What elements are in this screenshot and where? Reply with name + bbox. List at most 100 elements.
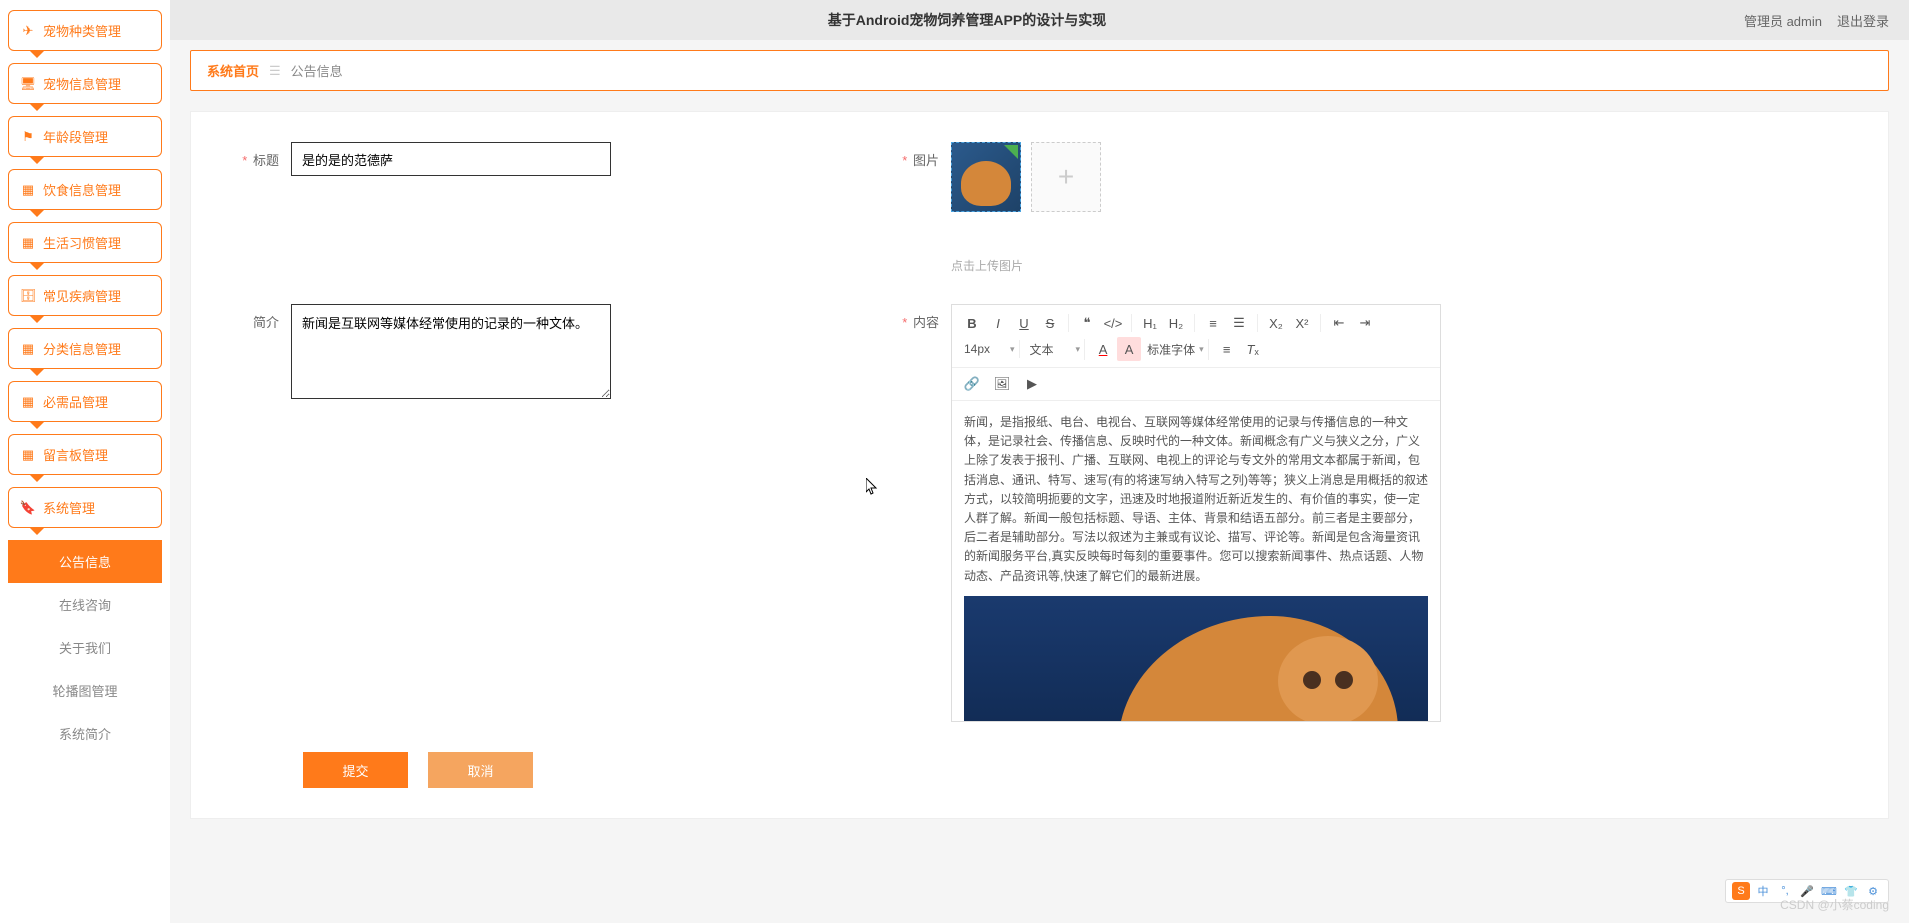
image-button[interactable]: 🖼 [990, 372, 1014, 396]
upload-add-button[interactable]: + [1031, 142, 1101, 212]
required-mark: * [902, 153, 907, 168]
editor-toolbar: B I U S ❝ </> H₁ H₂ ≡ ☰ [952, 305, 1440, 368]
grid-icon: ▦ [21, 183, 35, 197]
separator [1131, 314, 1132, 332]
content-image [964, 596, 1428, 721]
content-text: 新闻，是指报纸、电台、电视台、互联网等媒体经常使用的记录与传播信息的一种文体，是… [964, 413, 1428, 586]
superscript-button[interactable]: X² [1290, 311, 1314, 335]
separator [1194, 314, 1195, 332]
submit-button[interactable]: 提交 [303, 752, 408, 788]
image-preview[interactable] [951, 142, 1021, 212]
title-group: * 标题 [231, 142, 611, 274]
header: 基于Android宠物饲养管理APP的设计与实现 管理员 admin 退出登录 [170, 0, 1909, 40]
form-actions: 提交 取消 [303, 752, 1848, 788]
menu-label: 必需品管理 [43, 392, 108, 411]
cancel-button[interactable]: 取消 [428, 752, 533, 788]
form-panel: * 标题 * 图片 [190, 111, 1889, 819]
separator [1257, 314, 1258, 332]
submenu-carousel[interactable]: 轮播图管理 [8, 669, 162, 712]
breadcrumb-current: 公告信息 [291, 61, 343, 80]
cat-image [961, 161, 1011, 206]
editor-content[interactable]: 新闻，是指报纸、电台、电视台、互联网等媒体经常使用的记录与传播信息的一种文体，是… [952, 401, 1440, 721]
cat-body [1118, 616, 1398, 721]
upload-area: + [951, 142, 1101, 212]
submenu-announcement[interactable]: 公告信息 [8, 540, 162, 583]
strikethrough-button[interactable]: S [1038, 311, 1062, 335]
menu-essentials[interactable]: ▦ 必需品管理 [8, 381, 162, 422]
send-icon: ✈ [21, 24, 35, 38]
link-button[interactable]: 🔗 [960, 372, 984, 396]
grid-icon: ▦ [21, 342, 35, 356]
grid-icon: ▦ [21, 395, 35, 409]
upload-hint: 点击上传图片 [951, 257, 1101, 274]
user-role[interactable]: 管理员 admin [1744, 11, 1822, 30]
menu-age-group[interactable]: ⚑ 年龄段管理 [8, 116, 162, 157]
plus-icon: + [1058, 161, 1074, 193]
indent-right-button[interactable]: ⇥ [1353, 311, 1377, 335]
intro-label: 简介 [231, 304, 291, 331]
cat-eye-left [1303, 671, 1321, 689]
clear-format-button[interactable]: Tₓ [1241, 337, 1265, 361]
header-user: 管理员 admin 退出登录 [1744, 11, 1889, 30]
breadcrumb: 系统首页 ☰ 公告信息 [190, 50, 1889, 91]
menu-label: 饮食信息管理 [43, 180, 121, 199]
h1-button[interactable]: H₁ [1138, 311, 1162, 335]
menu-habits[interactable]: ▦ 生活习惯管理 [8, 222, 162, 263]
breadcrumb-separator: ☰ [269, 63, 281, 79]
separator [1320, 314, 1321, 332]
submenu: 公告信息 在线咨询 关于我们 轮播图管理 系统简介 [8, 540, 162, 755]
submenu-about-us[interactable]: 关于我们 [8, 626, 162, 669]
submenu-online-consult[interactable]: 在线咨询 [8, 583, 162, 626]
text-type-select[interactable]: 文本 [1026, 339, 1076, 360]
menu-diseases[interactable]: 🗄 常见疾病管理 [8, 275, 162, 316]
unordered-list-button[interactable]: ☰ [1227, 311, 1251, 335]
submenu-system-intro[interactable]: 系统简介 [8, 712, 162, 755]
title-input[interactable] [291, 142, 611, 176]
breadcrumb-home[interactable]: 系统首页 [207, 61, 259, 80]
menu-label: 分类信息管理 [43, 339, 121, 358]
intro-group: 简介 新闻是互联网等媒体经常使用的记录的一种文体。 [231, 304, 611, 722]
logout-link[interactable]: 退出登录 [1837, 11, 1889, 30]
menu-diet-info[interactable]: ▦ 饮食信息管理 [8, 169, 162, 210]
tag-icon: 🔖 [21, 501, 35, 515]
title-label: * 标题 [231, 142, 291, 169]
required-mark: * [242, 153, 247, 168]
bold-button[interactable]: B [960, 311, 984, 335]
menu-label: 生活习惯管理 [43, 233, 121, 252]
content-group: * 内容 B I U S ❝ </> H₁ [891, 304, 1441, 722]
image-label: * 图片 [891, 142, 951, 169]
code-button[interactable]: </> [1101, 311, 1125, 335]
ime-logo-icon: S [1732, 882, 1750, 900]
cat-face [1278, 636, 1378, 721]
indent-left-button[interactable]: ⇤ [1327, 311, 1351, 335]
grid-icon: ▦ [21, 236, 35, 250]
h2-button[interactable]: H₂ [1164, 311, 1188, 335]
subscript-button[interactable]: X₂ [1264, 311, 1288, 335]
font-family-select[interactable]: 标准字体 [1143, 339, 1199, 360]
bg-color-button[interactable]: A [1117, 337, 1141, 361]
font-size-select[interactable]: 14px [960, 340, 1010, 358]
intro-textarea[interactable]: 新闻是互联网等媒体经常使用的记录的一种文体。 [291, 304, 611, 399]
monitor-icon: 🖥 [21, 77, 35, 91]
menu-label: 宠物种类管理 [43, 21, 121, 40]
separator [1068, 314, 1069, 332]
menu-label: 系统管理 [43, 498, 95, 517]
underline-button[interactable]: U [1012, 311, 1036, 335]
align-button[interactable]: ≡ [1215, 337, 1239, 361]
menu-label: 宠物信息管理 [43, 74, 121, 93]
briefcase-icon: 🗄 [21, 289, 35, 303]
menu-category-info[interactable]: ▦ 分类信息管理 [8, 328, 162, 369]
sidebar: ✈ 宠物种类管理 🖥 宠物信息管理 ⚑ 年龄段管理 ▦ 饮食信息管理 ▦ 生活习… [0, 0, 170, 923]
video-button[interactable]: ▶ [1020, 372, 1044, 396]
ime-lang[interactable]: 中 [1754, 882, 1772, 900]
ordered-list-button[interactable]: ≡ [1201, 311, 1225, 335]
menu-pet-info[interactable]: 🖥 宠物信息管理 [8, 63, 162, 104]
grid-icon: ▦ [21, 448, 35, 462]
required-mark: * [902, 315, 907, 330]
italic-button[interactable]: I [986, 311, 1010, 335]
quote-button[interactable]: ❝ [1075, 311, 1099, 335]
menu-pet-category[interactable]: ✈ 宠物种类管理 [8, 10, 162, 51]
font-color-button[interactable]: A [1091, 337, 1115, 361]
menu-system[interactable]: 🔖 系统管理 [8, 487, 162, 528]
menu-message-board[interactable]: ▦ 留言板管理 [8, 434, 162, 475]
